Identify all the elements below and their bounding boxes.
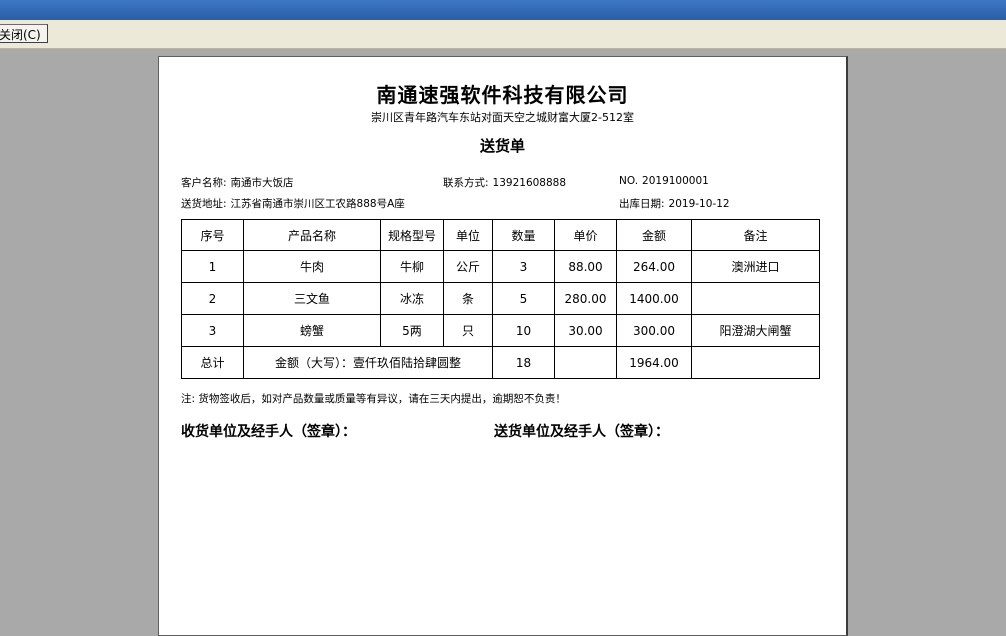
col-header-remark: 备注 [691, 219, 820, 251]
cell-remark: 澳洲进口 [691, 250, 820, 283]
total-row: 总计 金额（大写）：壹仟玖佰陆拾肆圆整 18 1964.00 [181, 346, 820, 379]
cell-qty: 10 [492, 314, 555, 347]
cell-remark [691, 282, 820, 315]
cell-price: 280.00 [554, 282, 617, 315]
items-table: 序号 产品名称 规格型号 单位 数量 单价 金额 备注 1 牛肉 牛柳 公斤 3… [181, 219, 820, 379]
delivery-address-label: 送货地址: [181, 198, 227, 210]
cell-product: 牛肉 [243, 250, 381, 283]
table-row: 1 牛肉 牛柳 公斤 3 88.00 264.00 澳洲进口 [181, 250, 820, 283]
customer-label: 客户名称: [181, 177, 227, 189]
col-header-unit: 单位 [443, 219, 493, 251]
contact-value: 13921608888 [492, 177, 567, 189]
cell-price: 30.00 [554, 314, 617, 347]
receiver-signature-label: 收货单位及经手人（签章）： [181, 424, 356, 440]
toolbar: 关闭(C) [0, 20, 1006, 49]
cell-unit: 条 [443, 282, 493, 315]
cell-amount: 1400.00 [616, 282, 692, 315]
cell-product: 三文鱼 [243, 282, 381, 315]
customer-value: 南通市大饭店 [230, 177, 294, 189]
contact-label: 联系方式: [443, 177, 489, 189]
total-amount: 1964.00 [616, 346, 692, 379]
table-row: 3 螃蟹 5两 只 10 30.00 300.00 阳澄湖大闸蟹 [181, 314, 820, 347]
total-remark [691, 346, 820, 379]
cell-remark: 阳澄湖大闸蟹 [691, 314, 820, 347]
cell-spec: 牛柳 [380, 250, 444, 283]
cell-unit: 公斤 [443, 250, 493, 283]
cell-spec: 冰冻 [380, 282, 444, 315]
col-header-index: 序号 [181, 219, 244, 251]
total-amount-words: 金额（大写）：壹仟玖佰陆拾肆圆整 [243, 346, 493, 379]
cell-spec: 5两 [380, 314, 444, 347]
order-number-value: 2019100001 [642, 175, 709, 187]
delivery-note-page: 南通速强软件科技有限公司 崇川区青年路汽车东站对面天空之城财富大厦2-512室 … [158, 56, 848, 636]
cell-qty: 3 [492, 250, 555, 283]
delivery-address-info: 送货地址: 江苏省南通市崇川区工农路888号A座 [181, 196, 405, 211]
company-address: 崇川区青年路汽车东站对面天空之城财富大厦2-512室 [371, 111, 634, 124]
cell-index: 3 [181, 314, 244, 347]
window-title-bar [0, 0, 1006, 20]
total-qty: 18 [492, 346, 555, 379]
cell-product: 螃蟹 [243, 314, 381, 347]
cell-amount: 300.00 [616, 314, 692, 347]
cell-unit: 只 [443, 314, 493, 347]
cell-amount: 264.00 [616, 250, 692, 283]
cell-qty: 5 [492, 282, 555, 315]
disclaimer-note: 注: 货物签收后，如对产品数量或质量等有异议，请在三天内提出，逾期恕不负责！ [181, 393, 566, 405]
table-header-row: 序号 产品名称 规格型号 单位 数量 单价 金额 备注 [181, 219, 820, 251]
col-header-product: 产品名称 [243, 219, 381, 251]
delivery-address-value: 江苏省南通市崇川区工农路888号A座 [230, 198, 405, 210]
total-price [554, 346, 617, 379]
total-label: 总计 [181, 346, 244, 379]
close-button[interactable]: 关闭(C) [0, 24, 48, 43]
col-header-qty: 数量 [492, 219, 555, 251]
col-header-spec: 规格型号 [380, 219, 444, 251]
col-header-amount: 金额 [616, 219, 692, 251]
document-title: 送货单 [479, 137, 525, 155]
order-number-label: NO. [619, 175, 639, 187]
cell-index: 2 [181, 282, 244, 315]
order-number: NO. 2019100001 [619, 175, 709, 187]
ship-date-label: 出库日期: [619, 198, 665, 210]
contact-info: 联系方式: 13921608888 [443, 175, 566, 190]
customer-info: 客户名称: 南通市大饭店 [181, 175, 294, 190]
cell-price: 88.00 [554, 250, 617, 283]
table-row: 2 三文鱼 冰冻 条 5 280.00 1400.00 [181, 282, 820, 315]
cell-index: 1 [181, 250, 244, 283]
sender-signature-label: 送货单位及经手人（签章）： [494, 424, 669, 440]
company-name: 南通速强软件科技有限公司 [376, 83, 629, 107]
col-header-price: 单价 [554, 219, 617, 251]
ship-date-info: 出库日期: 2019-10-12 [619, 196, 730, 211]
ship-date-value: 2019-10-12 [668, 198, 730, 210]
